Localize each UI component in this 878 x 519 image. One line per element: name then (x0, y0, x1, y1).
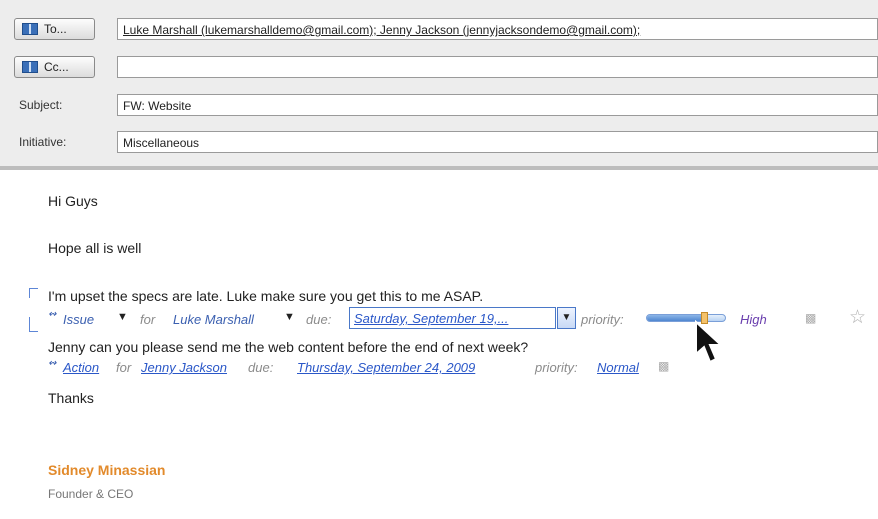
to-field[interactable]: Luke Marshall (lukemarshalldemo@gmail.co… (117, 18, 878, 40)
task2-priority-label: priority: (535, 360, 578, 375)
task-flag-icon: ↭ (48, 309, 57, 320)
task-bracket-top-side (29, 288, 30, 298)
header-divider (0, 166, 878, 170)
task1-for-label: for (140, 312, 156, 327)
subject-label: Subject: (19, 98, 63, 112)
address-book-icon (22, 23, 38, 35)
to-button[interactable]: To... (14, 18, 95, 40)
task2-due-label: due: (248, 360, 274, 375)
initiative-label: Initiative: (19, 135, 67, 149)
task1-due-value: Saturday, September 19,... (354, 311, 509, 326)
cc-field[interactable] (117, 56, 878, 78)
initiative-field[interactable]: Miscellaneous (117, 131, 878, 153)
body-line: Hope all is well (48, 240, 142, 256)
task1-due-label: due: (306, 312, 332, 327)
signature-name: Sidney Minassian (48, 462, 166, 478)
subject-field[interactable]: FW: Website (117, 94, 878, 116)
task1-type[interactable]: Issue (63, 312, 94, 327)
assignee-dropdown-icon[interactable]: ▼ (284, 311, 295, 323)
due-date-field[interactable]: Saturday, September 19,... (349, 307, 556, 329)
task1-priority-label: priority: (581, 312, 624, 327)
star-icon[interactable]: ☆ (849, 306, 866, 329)
task-bracket-top (29, 288, 38, 289)
task2-due-value[interactable]: Thursday, September 24, 2009 (297, 360, 475, 375)
date-picker-dropdown-icon[interactable]: ▼ (557, 307, 576, 329)
greeting-text: Hi Guys (48, 193, 98, 209)
task-bracket-bottom (29, 317, 38, 332)
task2-for-label: for (116, 360, 132, 375)
to-button-label: To... (44, 22, 67, 36)
task2-assignee[interactable]: Jenny Jackson (141, 360, 227, 375)
closing-text: Thanks (48, 390, 94, 406)
task1-assignee[interactable]: Luke Marshall (173, 312, 254, 327)
task2-text: Jenny can you please send me the web con… (48, 339, 529, 355)
type-dropdown-icon[interactable]: ▼ (117, 311, 128, 323)
task1-priority-value: High (740, 312, 767, 327)
task-flag-icon: ↭ (48, 358, 57, 369)
task2-priority-value[interactable]: Normal (597, 360, 639, 375)
cc-button[interactable]: Cc... (14, 56, 95, 78)
signature-title: Founder & CEO (48, 487, 134, 501)
task2-type[interactable]: Action (63, 360, 99, 375)
trash-icon[interactable]: ▩ (805, 311, 816, 325)
address-book-icon (22, 61, 38, 73)
trash-icon[interactable]: ▩ (658, 359, 669, 373)
mouse-cursor-icon (695, 320, 724, 364)
message-header: To... Luke Marshall (lukemarshalldemo@gm… (0, 0, 878, 166)
task1-text: I'm upset the specs are late. Luke make … (48, 288, 484, 304)
cc-button-label: Cc... (44, 60, 69, 74)
